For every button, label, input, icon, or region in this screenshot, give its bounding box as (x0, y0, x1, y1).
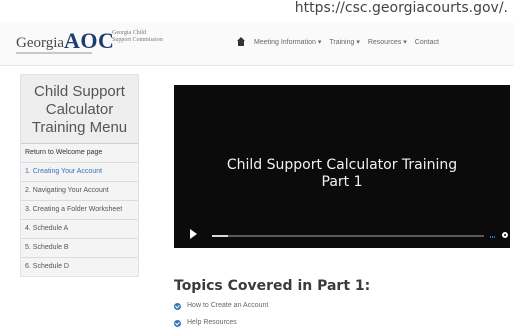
play-icon[interactable] (190, 229, 197, 239)
check-circle-icon (174, 319, 181, 327)
menu-item-creating-account[interactable]: 1. Creating Your Account (21, 162, 138, 181)
gcsc-logo-line2: Support Commission (112, 37, 163, 43)
topics-section: Topics Covered in Part 1: How to Create … (174, 278, 504, 335)
gcsc-logo-line1: Georgia Child (112, 30, 147, 36)
logo-georgia-text: Georgia (16, 35, 65, 51)
menu-item-navigating-account[interactable]: 2. Navigating Your Account (21, 181, 138, 200)
menu-item-creating-folder-worksheet[interactable]: 3. Creating a Folder Worksheet (21, 200, 138, 219)
video-title: Child Support Calculator Training Part 1 (174, 157, 510, 191)
topics-heading: Topics Covered in Part 1: (174, 278, 371, 294)
topic-list: How to Create an Account Help Resources (174, 301, 504, 328)
video-player[interactable]: Child Support Calculator Training Part 1 (174, 85, 510, 248)
main-nav: Meeting Information ▾ Training ▾ Resourc… (236, 37, 439, 47)
menu-item-return-welcome[interactable]: Return to Welcome page (21, 143, 138, 162)
topic-label: Help Resources (187, 319, 237, 326)
logo-tagline-rule (16, 52, 92, 54)
video-progress-bar[interactable] (212, 235, 484, 237)
site-header: Georgia AOC Georgia Child Support Commis… (0, 22, 514, 66)
check-circle-icon (174, 302, 181, 310)
logo-aoc-text: AOC (64, 28, 115, 53)
video-title-line2: Part 1 (321, 174, 363, 190)
volume-icon[interactable] (490, 232, 498, 238)
video-controls (174, 224, 510, 248)
nav-item-training[interactable]: Training ▾ (329, 38, 360, 46)
gcsc-logo[interactable]: Georgia Child Support Commission (112, 30, 200, 44)
menu-item-schedule-b[interactable]: 5. Schedule B (21, 238, 138, 257)
nav-item-contact[interactable]: Contact (415, 39, 439, 46)
menu-item-schedule-d[interactable]: 6. Schedule D (21, 257, 138, 276)
training-menu-sidebar: Child Support Calculator Training Menu R… (20, 74, 139, 277)
topic-item: How to Create an Account (174, 301, 504, 311)
nav-item-resources[interactable]: Resources ▾ (368, 38, 407, 46)
menu-item-schedule-a[interactable]: 4. Schedule A (21, 219, 138, 238)
sidebar-title: Child Support Calculator Training Menu (21, 75, 138, 143)
home-icon[interactable] (236, 37, 246, 47)
url-caption: https://csc.georgiacourts.gov/. (294, 0, 508, 16)
video-progress-fill (212, 235, 229, 237)
georgia-aoc-logo[interactable]: Georgia AOC (16, 30, 114, 52)
video-title-line1: Child Support Calculator Training (226, 157, 458, 173)
settings-icon[interactable] (502, 232, 508, 238)
topic-item: Help Resources (174, 318, 504, 328)
nav-item-meeting-information[interactable]: Meeting Information ▾ (254, 38, 321, 46)
topic-label: How to Create an Account (187, 302, 269, 309)
